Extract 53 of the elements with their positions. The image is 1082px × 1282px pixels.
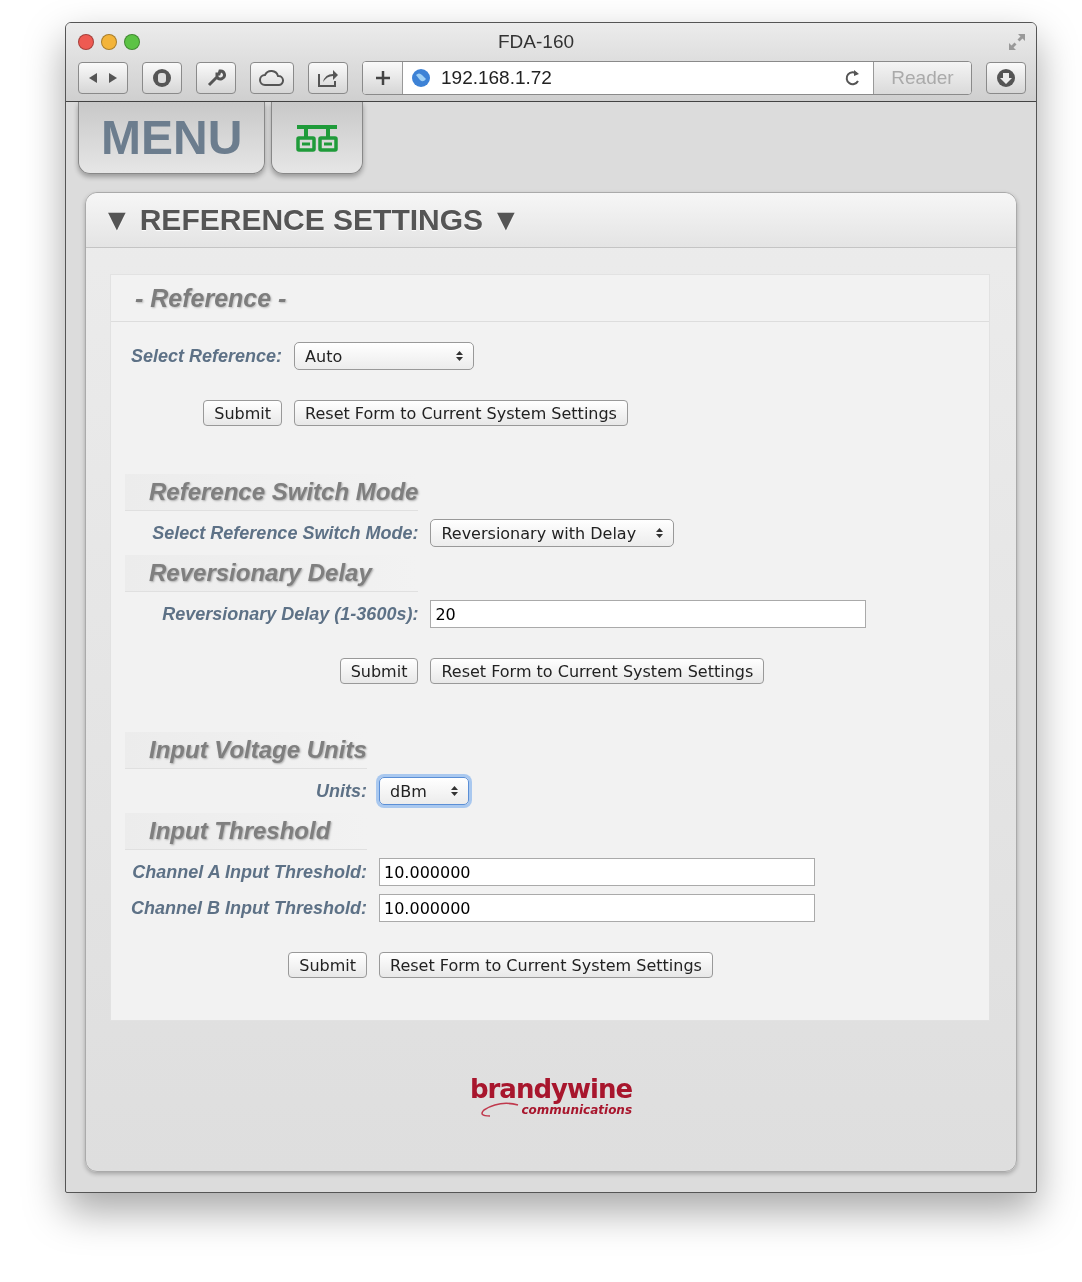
reset-button[interactable]: Reset Form to Current System Settings <box>294 400 628 426</box>
input-field[interactable]: 10.000000 <box>379 858 815 886</box>
field-label: Channel A Input Threshold: <box>131 861 367 883</box>
close-icon[interactable] <box>78 34 94 50</box>
globe-icon <box>411 68 431 88</box>
field-label: Select Reference Switch Mode: <box>151 522 419 544</box>
cloud-icon <box>259 69 285 87</box>
zoom-icon[interactable] <box>124 34 140 50</box>
download-button[interactable] <box>986 62 1026 94</box>
back-icon <box>87 72 99 84</box>
reset-button[interactable]: Reset Form to Current System Settings <box>430 658 765 684</box>
network-icon <box>294 122 341 153</box>
reload-icon[interactable] <box>845 69 861 87</box>
plus-icon <box>374 70 391 86</box>
cloud-button[interactable] <box>250 62 294 94</box>
field-label: Select Reference: <box>130 345 283 367</box>
submit-button[interactable]: Submit <box>203 400 283 426</box>
forward-icon <box>107 72 119 84</box>
field-label: Reversionary Delay (1-3600s): <box>161 603 419 625</box>
share-icon <box>317 68 339 88</box>
select-field[interactable]: Reversionary with Delay <box>430 519 675 547</box>
logo-name: brandywine <box>469 1074 633 1104</box>
reset-button[interactable]: Reset Form to Current System Settings <box>379 952 713 978</box>
section-heading: Input Voltage Units <box>125 732 367 769</box>
submit-button[interactable]: Submit <box>339 658 419 684</box>
stepper-icon <box>456 350 464 362</box>
address-bar[interactable]: 192.168.1.72 Reader <box>362 61 972 95</box>
window-title: FDA-160 <box>498 31 576 53</box>
field-label: Channel B Input Threshold: <box>130 897 367 919</box>
section-heading: Reference Switch Mode <box>125 474 419 511</box>
stepper-icon <box>451 785 458 797</box>
collapse-arrow[interactable]: ▼ <box>491 203 521 237</box>
share-button[interactable] <box>308 62 348 94</box>
select-field[interactable]: dBm <box>379 777 469 805</box>
input-field[interactable]: 20 <box>430 600 867 628</box>
minimize-icon[interactable] <box>101 34 117 50</box>
url-field[interactable]: 192.168.1.72 <box>439 66 837 90</box>
input-field[interactable]: 10.000000 <box>379 894 815 922</box>
download-icon <box>996 68 1016 88</box>
panel-title: REFERENCE SETTINGS <box>139 203 484 237</box>
network-tab[interactable] <box>271 102 364 174</box>
add-bookmark-button[interactable] <box>363 62 403 94</box>
wrench-button[interactable] <box>196 62 236 94</box>
card-title: - Reference - <box>135 283 287 313</box>
stepper-icon <box>656 527 664 539</box>
collapse-arrow[interactable]: ▼ <box>102 203 132 237</box>
submit-button[interactable]: Submit <box>288 952 367 978</box>
field-label: Units: <box>315 780 367 802</box>
wrench-icon <box>206 68 226 88</box>
back-forward-button[interactable] <box>78 62 128 94</box>
section-heading: Reversionary Delay <box>125 555 419 592</box>
section-heading: Input Threshold <box>125 813 367 850</box>
select-field[interactable]: Auto <box>294 342 475 370</box>
